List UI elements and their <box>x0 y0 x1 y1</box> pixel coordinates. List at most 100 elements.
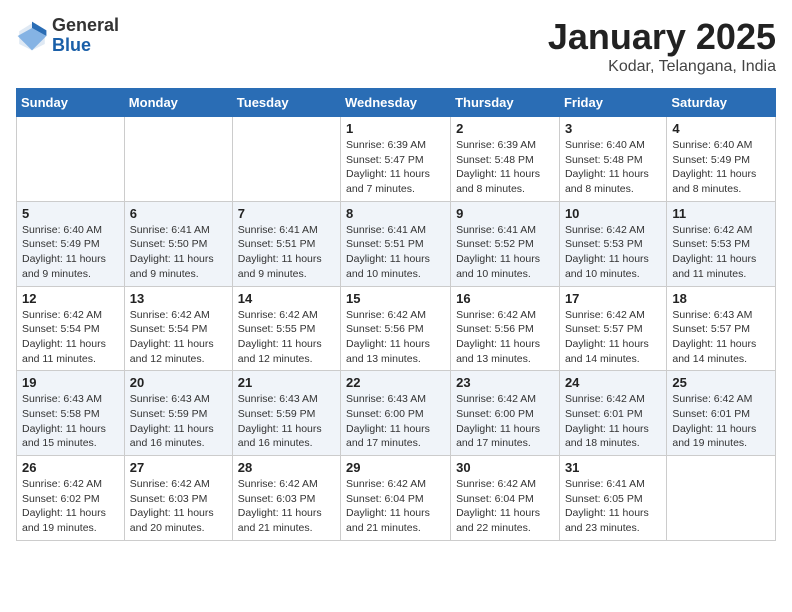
weekday-header-tuesday: Tuesday <box>232 89 340 117</box>
calendar-cell: 20 Sunrise: 6:43 AM Sunset: 5:59 PM Dayli… <box>124 371 232 456</box>
day-number: 8 <box>346 206 445 221</box>
day-info: Sunrise: 6:42 AM Sunset: 5:53 PM Dayligh… <box>565 223 661 282</box>
day-number: 20 <box>130 375 227 390</box>
calendar-cell: 19Sunrise: 6:43 AM Sunset: 5:58 PM Dayli… <box>17 371 125 456</box>
day-info: Sunrise: 6:42 AM Sunset: 6:02 PM Dayligh… <box>22 477 119 536</box>
day-info: Sunrise: 6:42 AM Sunset: 6:04 PM Dayligh… <box>456 477 554 536</box>
day-number: 18 <box>672 291 770 306</box>
day-info: Sunrise: 6:42 AM Sunset: 6:03 PM Dayligh… <box>130 477 227 536</box>
calendar-cell: 5 Sunrise: 6:40 AM Sunset: 5:49 PM Daylig… <box>17 201 125 286</box>
page-header: General Blue January 2025 Kodar, Telanga… <box>16 16 776 76</box>
day-info: Sunrise: 6:42 AM Sunset: 5:56 PM Dayligh… <box>456 308 554 367</box>
day-info: Sunrise: 6:41 AM Sunset: 5:52 PM Dayligh… <box>456 223 554 282</box>
day-number: 1 <box>346 121 445 136</box>
calendar-cell: 18 Sunrise: 6:43 AM Sunset: 5:57 PM Dayli… <box>667 286 776 371</box>
logo-text: General Blue <box>52 16 119 56</box>
weekday-header-thursday: Thursday <box>451 89 560 117</box>
calendar-cell: 27 Sunrise: 6:42 AM Sunset: 6:03 PM Dayli… <box>124 456 232 541</box>
day-number: 23 <box>456 375 554 390</box>
day-info: Sunrise: 6:41 AM Sunset: 5:50 PM Dayligh… <box>130 223 227 282</box>
day-number: 11 <box>672 206 770 221</box>
day-info: Sunrise: 6:42 AM Sunset: 6:01 PM Dayligh… <box>672 392 770 451</box>
day-number: 24 <box>565 375 661 390</box>
calendar-cell: 9 Sunrise: 6:41 AM Sunset: 5:52 PM Daylig… <box>451 201 560 286</box>
day-info: Sunrise: 6:42 AM Sunset: 6:01 PM Dayligh… <box>565 392 661 451</box>
day-info: Sunrise: 6:42 AM Sunset: 5:54 PM Dayligh… <box>130 308 227 367</box>
day-number: 25 <box>672 375 770 390</box>
calendar-cell: 21 Sunrise: 6:43 AM Sunset: 5:59 PM Dayli… <box>232 371 340 456</box>
day-info: Sunrise: 6:41 AM Sunset: 5:51 PM Dayligh… <box>346 223 445 282</box>
day-info: Sunrise: 6:42 AM Sunset: 5:53 PM Dayligh… <box>672 223 770 282</box>
day-number: 10 <box>565 206 661 221</box>
calendar-cell <box>667 456 776 541</box>
calendar-cell: 25 Sunrise: 6:42 AM Sunset: 6:01 PM Dayli… <box>667 371 776 456</box>
day-info: Sunrise: 6:43 AM Sunset: 5:57 PM Dayligh… <box>672 308 770 367</box>
day-info: Sunrise: 6:43 AM Sunset: 5:59 PM Dayligh… <box>130 392 227 451</box>
calendar-cell <box>124 117 232 202</box>
day-info: Sunrise: 6:43 AM Sunset: 6:00 PM Dayligh… <box>346 392 445 451</box>
calendar-cell: 15Sunrise: 6:42 AM Sunset: 5:56 PM Dayli… <box>341 286 451 371</box>
day-number: 3 <box>565 121 661 136</box>
calendar-cell <box>232 117 340 202</box>
weekday-header-monday: Monday <box>124 89 232 117</box>
logo: General Blue <box>16 16 119 56</box>
calendar-cell: 16 Sunrise: 6:42 AM Sunset: 5:56 PM Dayli… <box>451 286 560 371</box>
calendar-cell: 30 Sunrise: 6:42 AM Sunset: 6:04 PM Dayli… <box>451 456 560 541</box>
day-number: 28 <box>238 460 335 475</box>
day-info: Sunrise: 6:41 AM Sunset: 6:05 PM Dayligh… <box>565 477 661 536</box>
weekday-header-sunday: Sunday <box>17 89 125 117</box>
calendar-cell: 6 Sunrise: 6:41 AM Sunset: 5:50 PM Daylig… <box>124 201 232 286</box>
calendar-cell: 17Sunrise: 6:42 AM Sunset: 5:57 PM Dayli… <box>559 286 666 371</box>
week-row-1: 1Sunrise: 6:39 AM Sunset: 5:47 PM Daylig… <box>17 117 776 202</box>
calendar-cell: 12 Sunrise: 6:42 AM Sunset: 5:54 PM Dayli… <box>17 286 125 371</box>
day-number: 21 <box>238 375 335 390</box>
day-info: Sunrise: 6:40 AM Sunset: 5:49 PM Dayligh… <box>22 223 119 282</box>
day-number: 15 <box>346 291 445 306</box>
week-row-5: 26 Sunrise: 6:42 AM Sunset: 6:02 PM Dayli… <box>17 456 776 541</box>
calendar-cell: 23 Sunrise: 6:42 AM Sunset: 6:00 PM Dayli… <box>451 371 560 456</box>
day-info: Sunrise: 6:40 AM Sunset: 5:48 PM Dayligh… <box>565 138 661 197</box>
day-number: 9 <box>456 206 554 221</box>
day-number: 26 <box>22 460 119 475</box>
calendar-table: SundayMondayTuesdayWednesdayThursdayFrid… <box>16 88 776 541</box>
day-number: 13 <box>130 291 227 306</box>
day-number: 30 <box>456 460 554 475</box>
logo-icon <box>16 20 48 52</box>
day-info: Sunrise: 6:43 AM Sunset: 5:59 PM Dayligh… <box>238 392 335 451</box>
week-row-2: 5 Sunrise: 6:40 AM Sunset: 5:49 PM Daylig… <box>17 201 776 286</box>
day-number: 27 <box>130 460 227 475</box>
day-number: 22 <box>346 375 445 390</box>
calendar-cell: 13 Sunrise: 6:42 AM Sunset: 5:54 PM Dayli… <box>124 286 232 371</box>
day-info: Sunrise: 6:42 AM Sunset: 6:00 PM Dayligh… <box>456 392 554 451</box>
calendar-cell: 28 Sunrise: 6:42 AM Sunset: 6:03 PM Dayli… <box>232 456 340 541</box>
month-title: January 2025 <box>548 16 776 58</box>
day-number: 5 <box>22 206 119 221</box>
calendar-cell: 11 Sunrise: 6:42 AM Sunset: 5:53 PM Dayli… <box>667 201 776 286</box>
day-number: 29 <box>346 460 445 475</box>
day-info: Sunrise: 6:42 AM Sunset: 5:54 PM Dayligh… <box>22 308 119 367</box>
day-number: 2 <box>456 121 554 136</box>
day-info: Sunrise: 6:42 AM Sunset: 5:55 PM Dayligh… <box>238 308 335 367</box>
calendar-cell <box>17 117 125 202</box>
calendar-cell: 22 Sunrise: 6:43 AM Sunset: 6:00 PM Dayli… <box>341 371 451 456</box>
day-number: 7 <box>238 206 335 221</box>
day-number: 19 <box>22 375 119 390</box>
day-info: Sunrise: 6:41 AM Sunset: 5:51 PM Dayligh… <box>238 223 335 282</box>
day-number: 4 <box>672 121 770 136</box>
calendar-cell: 10 Sunrise: 6:42 AM Sunset: 5:53 PM Dayli… <box>559 201 666 286</box>
day-info: Sunrise: 6:42 AM Sunset: 6:04 PM Dayligh… <box>346 477 445 536</box>
logo-blue: Blue <box>52 36 119 56</box>
calendar-cell: 3 Sunrise: 6:40 AM Sunset: 5:48 PM Daylig… <box>559 117 666 202</box>
day-number: 16 <box>456 291 554 306</box>
day-info: Sunrise: 6:42 AM Sunset: 5:57 PM Dayligh… <box>565 308 661 367</box>
calendar-cell: 14Sunrise: 6:42 AM Sunset: 5:55 PM Dayli… <box>232 286 340 371</box>
day-info: Sunrise: 6:39 AM Sunset: 5:48 PM Dayligh… <box>456 138 554 197</box>
day-number: 12 <box>22 291 119 306</box>
day-number: 6 <box>130 206 227 221</box>
calendar-cell: 24 Sunrise: 6:42 AM Sunset: 6:01 PM Dayli… <box>559 371 666 456</box>
calendar-cell: 29 Sunrise: 6:42 AM Sunset: 6:04 PM Dayli… <box>341 456 451 541</box>
day-info: Sunrise: 6:42 AM Sunset: 6:03 PM Dayligh… <box>238 477 335 536</box>
weekday-header-saturday: Saturday <box>667 89 776 117</box>
calendar-cell: 26 Sunrise: 6:42 AM Sunset: 6:02 PM Dayli… <box>17 456 125 541</box>
week-row-4: 19Sunrise: 6:43 AM Sunset: 5:58 PM Dayli… <box>17 371 776 456</box>
